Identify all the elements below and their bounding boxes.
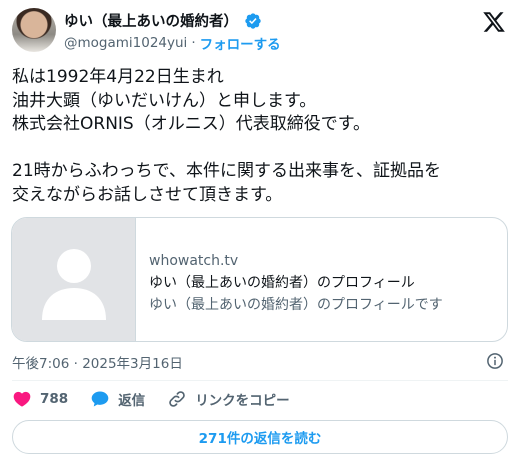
- info-icon[interactable]: [486, 352, 504, 370]
- follow-button[interactable]: フォローする: [200, 33, 281, 53]
- card-thumbnail: [12, 218, 136, 341]
- heart-icon: [13, 391, 31, 407]
- like-count: 788: [40, 391, 69, 407]
- author-name[interactable]: ゆい（最上あいの婚約者）: [64, 10, 238, 31]
- author-handle[interactable]: @mogami1024yui: [64, 35, 187, 51]
- card-body: whowatch.tv ゆい（最上あいの婚約者）のプロフィール ゆい（最上あいの…: [136, 218, 443, 341]
- timestamp[interactable]: 午後7:06 · 2025年3月16日: [12, 352, 183, 372]
- card-title: ゆい（最上あいの婚約者）のプロフィール: [149, 275, 415, 291]
- action-bar: 788 返信 リンクをコピー: [12, 389, 312, 409]
- default-avatar-icon: [42, 249, 106, 320]
- tweet-text: 私は1992年4月22日生まれ 油井大顕（ゆいだいけん）と申します。 株式会社O…: [12, 67, 441, 205]
- like-button[interactable]: 788: [12, 389, 68, 409]
- card-domain: whowatch.tv: [149, 253, 239, 269]
- avatar[interactable]: [12, 8, 56, 52]
- link-icon: [169, 391, 185, 407]
- x-logo-icon[interactable]: [482, 10, 506, 34]
- reply-button[interactable]: 返信: [90, 389, 145, 409]
- reply-label: 返信: [118, 393, 146, 409]
- divider: [12, 380, 508, 381]
- read-replies-button[interactable]: 271件の返信を読む: [12, 420, 508, 454]
- separator-dot: ·: [191, 35, 196, 51]
- author-name-row: ゆい（最上あいの婚約者）: [64, 10, 262, 31]
- verified-badge-icon: [244, 12, 262, 30]
- card-description: ゆい（最上あいの婚約者）のプロフィールです: [149, 297, 443, 313]
- link-card[interactable]: whowatch.tv ゆい（最上あいの婚約者）のプロフィール ゆい（最上あいの…: [11, 217, 508, 342]
- copy-link-label: リンクをコピー: [195, 393, 290, 409]
- handle-row: @mogami1024yui · フォローする: [64, 33, 281, 53]
- copy-link-button[interactable]: リンクをコピー: [167, 389, 290, 409]
- reply-bubble-icon: [91, 391, 109, 407]
